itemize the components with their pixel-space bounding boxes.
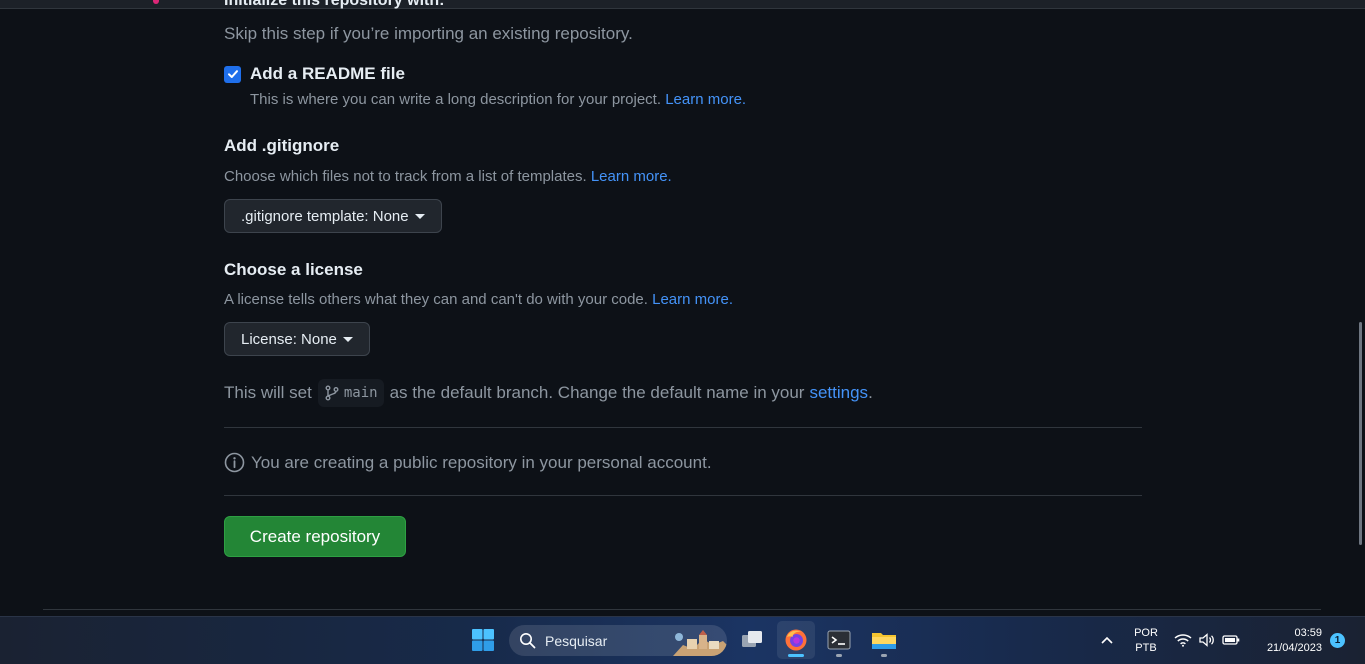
show-hidden-icons-button[interactable] bbox=[1098, 631, 1116, 649]
running-app-indicator bbox=[881, 654, 887, 657]
volume-control[interactable] bbox=[1198, 631, 1216, 649]
firefox-taskbar-button[interactable] bbox=[777, 621, 815, 659]
settings-link[interactable]: settings bbox=[809, 383, 868, 403]
default-branch-info: This will set main as the default branch… bbox=[224, 379, 873, 407]
clock-time: 03:59 bbox=[1294, 627, 1322, 639]
caret-down-icon bbox=[342, 336, 353, 342]
gitignore-learn-more-link[interactable]: Learn more. bbox=[591, 168, 672, 185]
battery-status[interactable] bbox=[1222, 631, 1240, 649]
start-button[interactable] bbox=[464, 621, 502, 659]
public-repo-notice: You are creating a public repository in … bbox=[224, 452, 712, 473]
readme-description: This is where you can write a long descr… bbox=[250, 91, 746, 108]
divider bbox=[224, 427, 1142, 428]
branch-suffix-text: . bbox=[868, 383, 873, 402]
branch-name: main bbox=[343, 385, 378, 401]
license-select[interactable]: License: None bbox=[224, 322, 370, 356]
active-app-indicator bbox=[788, 654, 804, 657]
tab-indicator-dot bbox=[153, 0, 159, 4]
license-description: A license tells others what they can and… bbox=[224, 291, 733, 308]
footer-divider bbox=[43, 609, 1321, 610]
branch-prefix-text: This will set bbox=[224, 383, 312, 402]
branch-name-pill: main bbox=[317, 379, 384, 407]
running-app-indicator bbox=[836, 654, 842, 657]
gitignore-description: Choose which files not to track from a l… bbox=[224, 168, 672, 185]
terminal-taskbar-button[interactable] bbox=[820, 621, 858, 659]
terminal-icon bbox=[827, 630, 851, 650]
license-title: Choose a license bbox=[224, 260, 363, 279]
taskbar-search-box[interactable]: Pesquisar bbox=[509, 625, 727, 656]
page-scrollbar[interactable] bbox=[1359, 322, 1362, 545]
language-code: POR bbox=[1134, 627, 1158, 639]
chevron-up-icon bbox=[1101, 636, 1113, 644]
divider bbox=[224, 495, 1142, 496]
info-icon bbox=[224, 452, 245, 473]
readme-description-text: This is where you can write a long descr… bbox=[250, 91, 662, 108]
search-icon bbox=[520, 633, 536, 649]
task-view-icon bbox=[742, 631, 762, 647]
public-repo-notice-text: You are creating a public repository in … bbox=[251, 452, 712, 472]
license-learn-more-link[interactable]: Learn more. bbox=[652, 291, 733, 308]
taskbar-search-placeholder: Pesquisar bbox=[545, 632, 608, 649]
branch-middle-text: as the default branch. Change the defaul… bbox=[389, 383, 805, 402]
keyboard-layout-code: PTB bbox=[1135, 642, 1157, 654]
windows-taskbar: Pesquisar POR PTB 03:59 21/04/2023 1 bbox=[0, 616, 1365, 664]
license-description-text: A license tells others what they can and… bbox=[224, 291, 648, 308]
firefox-icon bbox=[785, 629, 807, 651]
init-heading: Initialize this repository with: bbox=[224, 0, 445, 9]
readme-label[interactable]: Add a README file bbox=[250, 64, 405, 84]
license-select-label: License: None bbox=[241, 330, 337, 348]
browser-top-strip bbox=[0, 0, 1365, 9]
volume-icon bbox=[1199, 633, 1214, 647]
gitignore-description-text: Choose which files not to track from a l… bbox=[224, 168, 587, 185]
gitignore-template-label: .gitignore template: None bbox=[241, 207, 409, 225]
init-skip-text: Skip this step if you’re importing an ex… bbox=[224, 24, 633, 43]
clock-date: 21/04/2023 bbox=[1266, 642, 1322, 654]
search-highlight-illustration bbox=[673, 630, 727, 656]
readme-learn-more-link[interactable]: Learn more. bbox=[665, 91, 746, 108]
network-status[interactable] bbox=[1174, 631, 1192, 649]
readme-checkbox[interactable] bbox=[224, 65, 241, 83]
task-view-button[interactable] bbox=[733, 621, 771, 659]
caret-down-icon bbox=[414, 213, 425, 219]
file-explorer-icon bbox=[872, 633, 896, 649]
start-icon bbox=[472, 629, 494, 651]
file-explorer-taskbar-button[interactable] bbox=[865, 621, 903, 659]
input-language-indicator[interactable]: POR PTB bbox=[1126, 626, 1166, 656]
battery-icon bbox=[1222, 635, 1240, 645]
notification-count-badge[interactable]: 1 bbox=[1330, 633, 1345, 648]
wifi-icon bbox=[1174, 634, 1192, 647]
readme-option[interactable]: Add a README file bbox=[224, 64, 405, 84]
gitignore-template-select[interactable]: .gitignore template: None bbox=[224, 199, 442, 233]
git-branch-icon bbox=[325, 385, 339, 401]
gitignore-title: Add .gitignore bbox=[224, 136, 340, 155]
taskbar-clock[interactable]: 03:59 21/04/2023 bbox=[1250, 626, 1322, 656]
create-repository-button[interactable]: Create repository bbox=[224, 516, 406, 557]
checkmark-icon bbox=[227, 70, 238, 78]
